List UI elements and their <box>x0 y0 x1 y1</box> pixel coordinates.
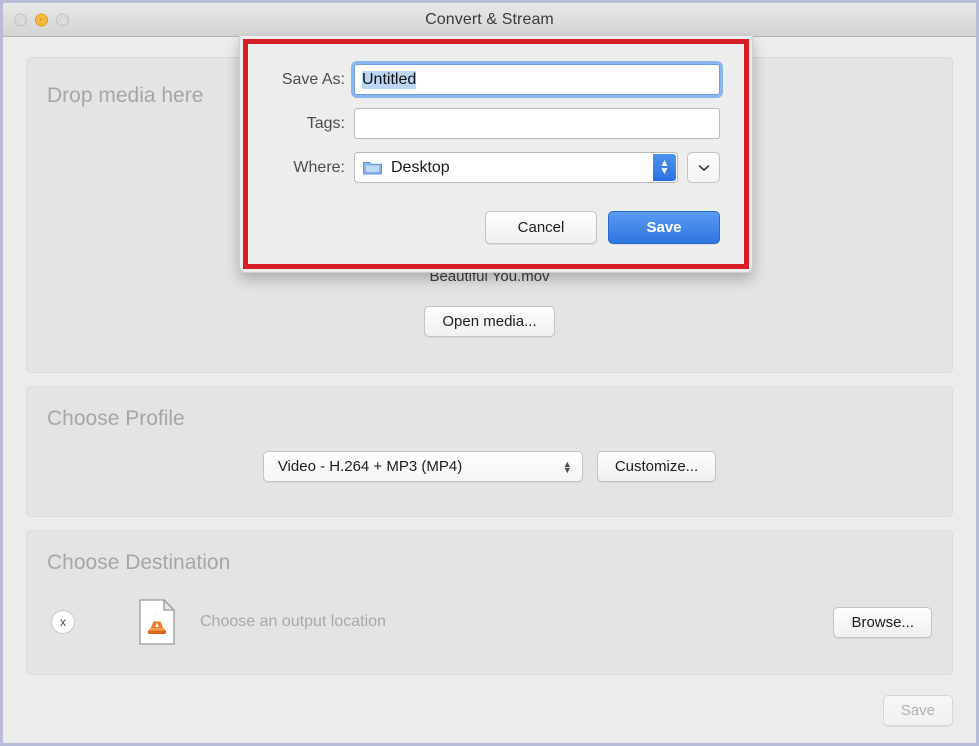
window-save-button[interactable]: Save <box>883 695 953 726</box>
window-titlebar: Convert & Stream <box>3 3 976 37</box>
tags-label: Tags: <box>270 115 354 133</box>
traffic-light-group <box>14 13 69 26</box>
profile-row: Video - H.264 + MP3 (MP4) ▲ ▼ Customize.… <box>27 451 952 482</box>
choose-destination-panel: Choose Destination x Choose an output lo… <box>26 530 953 675</box>
save-as-input-value: Untitled <box>362 71 416 89</box>
convert-and-stream-window: Convert & Stream Drop media here Beautif… <box>0 0 979 746</box>
save-sheet-body: Save As: Untitled Tags: Where: <box>248 44 744 264</box>
destination-row: x Choose an output location Browse... <box>27 599 952 645</box>
remove-destination-button[interactable]: x <box>51 610 75 634</box>
minimize-button-icon[interactable] <box>35 13 48 26</box>
vlc-cone-document-icon <box>139 599 175 645</box>
where-select[interactable]: Desktop ▲ ▼ <box>354 152 678 183</box>
open-media-row: Open media... <box>27 306 952 337</box>
tags-row: Tags: <box>270 108 720 139</box>
choose-destination-title: Choose Destination <box>27 531 952 575</box>
open-media-button[interactable]: Open media... <box>424 306 554 337</box>
expand-browser-button[interactable] <box>687 152 720 183</box>
save-as-input[interactable]: Untitled <box>354 64 720 95</box>
destination-placeholder-text: Choose an output location <box>200 613 386 631</box>
save-sheet-button-row: Cancel Save <box>270 211 720 244</box>
sheet-save-button[interactable]: Save <box>608 211 720 244</box>
where-select-value: Desktop <box>391 159 450 177</box>
browse-button[interactable]: Browse... <box>833 607 932 638</box>
customize-button[interactable]: Customize... <box>597 451 716 482</box>
where-label: Where: <box>270 159 354 177</box>
where-row: Where: Desktop ▲ ▼ <box>270 152 720 183</box>
window-title: Convert & Stream <box>3 11 976 29</box>
close-button-icon[interactable] <box>14 13 27 26</box>
save-sheet-highlight-annotation: Save As: Untitled Tags: Where: <box>243 39 749 269</box>
tags-input[interactable] <box>354 108 720 139</box>
profile-select[interactable]: Video - H.264 + MP3 (MP4) ▲ ▼ <box>263 451 583 482</box>
chevron-down-glyph: ▼ <box>563 467 572 473</box>
zoom-button-icon[interactable] <box>56 13 69 26</box>
chevron-down-icon <box>698 164 710 172</box>
blue-folder-icon <box>363 160 382 175</box>
choose-profile-panel: Choose Profile Video - H.264 + MP3 (MP4)… <box>26 386 953 517</box>
save-sheet-dialog: Save As: Untitled Tags: Where: <box>239 36 753 273</box>
where-stepper-icon[interactable]: ▲ ▼ <box>653 154 676 181</box>
chevron-updown-icon: ▲ ▼ <box>563 461 572 473</box>
choose-profile-title: Choose Profile <box>27 387 952 431</box>
sheet-cancel-button[interactable]: Cancel <box>485 211 597 244</box>
bottom-action-bar: Save <box>26 685 953 735</box>
save-as-row: Save As: Untitled <box>270 64 720 95</box>
save-as-label: Save As: <box>270 71 354 89</box>
drop-media-label: Drop media here <box>47 84 203 108</box>
where-chevron-down-glyph: ▼ <box>660 168 670 176</box>
profile-select-value: Video - H.264 + MP3 (MP4) <box>278 458 462 475</box>
